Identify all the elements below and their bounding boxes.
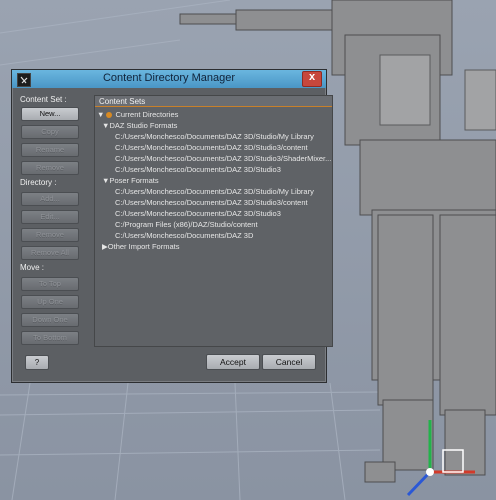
expand-arrow-icon[interactable]: ▼ <box>97 110 104 119</box>
move-label: Move : <box>20 263 45 272</box>
tree-root-current-directories[interactable]: ▼ Current Directories <box>97 110 178 119</box>
title-bar[interactable]: Content Directory Manager x <box>12 70 326 88</box>
tree-group-daz-studio-formats[interactable]: ▼DAZ Studio Formats <box>102 121 177 130</box>
remove-directory-button[interactable]: Remove <box>21 228 79 242</box>
help-icon: ? <box>34 358 40 367</box>
tree-path-item[interactable]: C:/Users/Monchesco/Documents/DAZ 3D/Stud… <box>115 209 281 218</box>
tree-path-item[interactable]: C:/Users/Monchesco/Documents/DAZ 3D/Stud… <box>115 143 308 152</box>
move-down-one-button[interactable]: Down One <box>21 313 79 327</box>
copy-content-set-button[interactable]: Copy <box>21 125 79 139</box>
move-to-bottom-button[interactable]: To Bottom <box>21 331 79 345</box>
remove-all-directories-button[interactable]: Remove All <box>21 246 79 260</box>
remove-content-set-button[interactable]: Remove <box>21 161 79 175</box>
content-sets-header: Content Sets <box>95 96 332 107</box>
tree-path-item[interactable]: C:/Users/Monchesco/Documents/DAZ 3D/Stud… <box>115 154 331 163</box>
move-to-top-button[interactable]: To Top <box>21 277 79 291</box>
dialog-title: Content Directory Manager <box>102 72 236 84</box>
tree-group-other-import-formats[interactable]: ▶Other Import Formats <box>102 242 179 251</box>
edit-directory-button[interactable]: Edit... <box>21 210 79 224</box>
directory-label: Directory : <box>20 178 57 187</box>
tree-group-poser-formats[interactable]: ▼Poser Formats <box>102 176 159 185</box>
tree-path-item[interactable]: C:/Users/Monchesco/Documents/DAZ 3D/Stud… <box>115 187 314 196</box>
close-button[interactable]: x <box>302 71 322 87</box>
tree-path-item[interactable]: C:/Users/Monchesco/Documents/DAZ 3D/Stud… <box>115 198 308 207</box>
add-directory-button[interactable]: Add... <box>21 192 79 206</box>
rename-content-set-button[interactable]: Rename <box>21 143 79 157</box>
content-directory-manager-dialog: Content Directory Manager x Content Set … <box>11 69 333 383</box>
help-button[interactable]: ? <box>25 355 49 370</box>
accept-button[interactable]: Accept <box>206 354 260 370</box>
tree-path-item[interactable]: C:/Users/Monchesco/Documents/DAZ 3D <box>115 231 253 240</box>
content-set-label: Content Set : <box>20 95 67 104</box>
cancel-button[interactable]: Cancel <box>262 354 316 370</box>
tree-path-item[interactable]: C:/Users/Monchesco/Documents/DAZ 3D/Stud… <box>115 165 281 174</box>
content-sets-tree[interactable]: Content Sets ▼ Current Directories ▼DAZ S… <box>94 95 333 347</box>
tree-path-item[interactable]: C:/Users/Monchesco/Documents/DAZ 3D/Stud… <box>115 132 314 141</box>
close-icon: x <box>308 71 316 83</box>
new-content-set-button[interactable]: New... <box>21 107 79 121</box>
content-set-icon <box>106 112 113 119</box>
tree-path-item[interactable]: C:/Program Files (x86)/DAZ/Studio/conten… <box>115 220 258 229</box>
move-up-one-button[interactable]: Up One <box>21 295 79 309</box>
